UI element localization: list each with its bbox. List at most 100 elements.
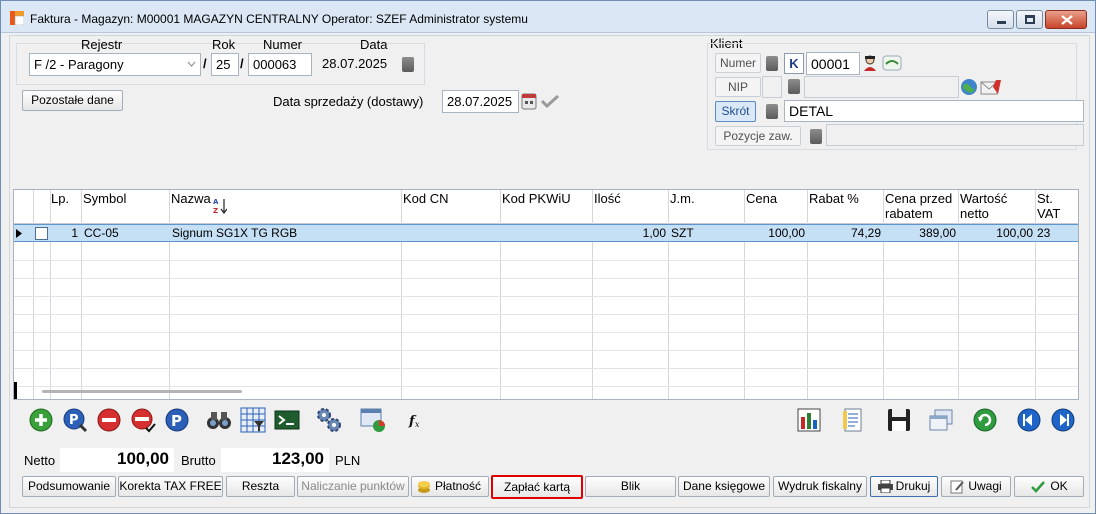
nip-field[interactable]	[804, 76, 959, 98]
minimize-button[interactable]	[987, 10, 1014, 29]
rejestr-label: Rejestr	[81, 37, 123, 52]
note-icon	[950, 480, 964, 494]
row-checkbox[interactable]	[35, 227, 48, 240]
table-row[interactable]	[14, 351, 1078, 369]
sort-az-icon[interactable]: A Z	[213, 197, 227, 215]
binoculars-icon[interactable]	[206, 407, 232, 433]
maximize-button[interactable]	[1016, 10, 1043, 29]
numer-client-label[interactable]: Numer	[715, 53, 761, 73]
col-header-kod-pkwiu[interactable]: Kod PKWiU	[502, 191, 571, 206]
prev-icon[interactable]	[1016, 407, 1042, 433]
client-numer-field[interactable]: 00001	[806, 52, 860, 75]
p-icon[interactable]: P	[164, 407, 190, 433]
uwagi-button[interactable]: Uwagi	[941, 476, 1011, 497]
checkmark-icon[interactable]	[541, 94, 559, 108]
podsumowanie-button[interactable]: Podsumowanie	[22, 476, 116, 497]
pozycje-zaw-field[interactable]	[826, 124, 1084, 146]
cell-symbol: CC-05	[84, 226, 119, 240]
next-icon[interactable]	[1050, 407, 1076, 433]
data-sprzedazy-label: Data sprzedaży (dostawy)	[273, 94, 424, 109]
currency-label: PLN	[335, 453, 361, 468]
windows-icon[interactable]	[928, 407, 954, 433]
naliczanie-punktow-button[interactable]: Naliczanie punktów	[297, 476, 409, 497]
search-icon[interactable]: P	[62, 407, 88, 433]
col-header-kod-cn[interactable]: Kod CN	[403, 191, 449, 206]
skrot-button[interactable]: Skrót	[715, 101, 756, 122]
col-header-vat[interactable]: St. VAT	[1037, 191, 1071, 221]
zaplac-karta-button[interactable]: Zapłać kartą	[491, 475, 583, 499]
lookup-icon[interactable]	[788, 79, 800, 94]
dane-ksiegowe-button[interactable]: Dane księgowe	[678, 476, 770, 497]
lookup-icon[interactable]	[766, 104, 778, 119]
nip-prefix-field[interactable]	[762, 76, 782, 98]
col-header-jm[interactable]: J.m.	[670, 191, 695, 206]
platnosc-button[interactable]: Płatność	[411, 476, 489, 497]
uwagi-label: Uwagi	[968, 479, 1002, 493]
nip-label[interactable]: NIP	[715, 77, 761, 97]
envelope-check-icon[interactable]	[980, 78, 1002, 96]
col-header-wartosc[interactable]: Wartość netto	[960, 191, 1032, 221]
wydruk-fiskalny-button[interactable]: Wydruk fiskalny	[773, 476, 867, 497]
ok-button[interactable]: OK	[1014, 476, 1084, 497]
ok-label: OK	[1050, 479, 1068, 493]
document-list-icon[interactable]	[840, 407, 866, 433]
col-header-rabat[interactable]: Rabat %	[809, 191, 859, 206]
save-icon[interactable]	[886, 407, 912, 433]
remove-check-icon[interactable]	[130, 407, 156, 433]
table-row[interactable]: 1 CC-05 Signum SG1X TG RGB 1,00 SZT 100,…	[14, 224, 1078, 242]
platnosc-label: Płatność	[434, 479, 482, 493]
export-icon[interactable]	[274, 407, 300, 433]
window-chart-icon[interactable]	[360, 407, 386, 433]
rok-field[interactable]: 25	[211, 53, 239, 76]
handshake-icon[interactable]	[882, 55, 902, 71]
grid-filter-icon[interactable]	[240, 407, 266, 433]
korekta-tax-free-button[interactable]: Korekta TAX FREE	[118, 476, 223, 497]
numer-field[interactable]: 000063	[248, 53, 312, 76]
pozycje-zaw-label[interactable]: Pozycje zaw.	[715, 126, 801, 146]
blik-button[interactable]: Blik	[585, 476, 676, 497]
table-row[interactable]	[14, 297, 1078, 315]
reszta-button[interactable]: Reszta	[226, 476, 295, 497]
separator-2: /	[240, 56, 244, 71]
fx-icon[interactable]: fx	[404, 407, 430, 433]
col-header-symbol[interactable]: Symbol	[83, 191, 126, 206]
remove-icon[interactable]	[96, 407, 122, 433]
col-header-nazwa[interactable]: Nazwa	[171, 191, 211, 206]
col-header-ilosc[interactable]: Ilość	[594, 191, 621, 206]
table-row[interactable]	[14, 243, 1078, 261]
netto-label: Netto	[24, 453, 56, 468]
data-sprzedazy-field[interactable]: 28.07.2025	[442, 90, 519, 113]
table-row[interactable]	[14, 369, 1078, 387]
cell-cena: 100,00	[768, 226, 805, 240]
horizontal-scrollbar[interactable]	[42, 390, 242, 393]
refresh-icon[interactable]	[972, 407, 998, 433]
lookup-icon[interactable]	[810, 129, 822, 144]
col-header-cena-przed[interactable]: Cena przed rabatem	[885, 191, 957, 221]
rok-label: Rok	[212, 37, 236, 52]
add-icon[interactable]	[28, 407, 54, 433]
skrot-field[interactable]: DETAL	[784, 100, 1084, 122]
globe-icon[interactable]	[960, 78, 978, 96]
rejestr-value: F /2 - Paragony	[34, 57, 124, 72]
col-header-cena[interactable]: Cena	[746, 191, 777, 206]
person-icon[interactable]	[862, 54, 878, 72]
items-grid[interactable]: Lp. Symbol Nazwa A Z Kod CN Kod PKWiU Il…	[13, 189, 1079, 400]
svg-text:P: P	[171, 412, 182, 430]
table-row[interactable]	[14, 261, 1078, 279]
rejestr-select[interactable]: F /2 - Paragony	[29, 53, 201, 76]
bar-chart-icon[interactable]	[796, 407, 822, 433]
close-button[interactable]	[1045, 10, 1087, 29]
lookup-icon[interactable]	[766, 56, 778, 71]
row-pointer-icon	[16, 229, 22, 238]
row-marker	[14, 382, 17, 399]
calendar-icon[interactable]	[402, 57, 414, 72]
table-row[interactable]	[14, 279, 1078, 297]
drukuj-button[interactable]: Drukuj	[870, 476, 938, 497]
table-row[interactable]	[14, 333, 1078, 351]
calendar-icon[interactable]	[521, 92, 537, 110]
gears-icon[interactable]	[316, 407, 342, 433]
cell-cena-przed: 389,00	[919, 226, 956, 240]
table-row[interactable]	[14, 315, 1078, 333]
col-header-lp[interactable]: Lp.	[51, 191, 69, 206]
pozostale-dane-button[interactable]: Pozostałe dane	[22, 90, 123, 111]
